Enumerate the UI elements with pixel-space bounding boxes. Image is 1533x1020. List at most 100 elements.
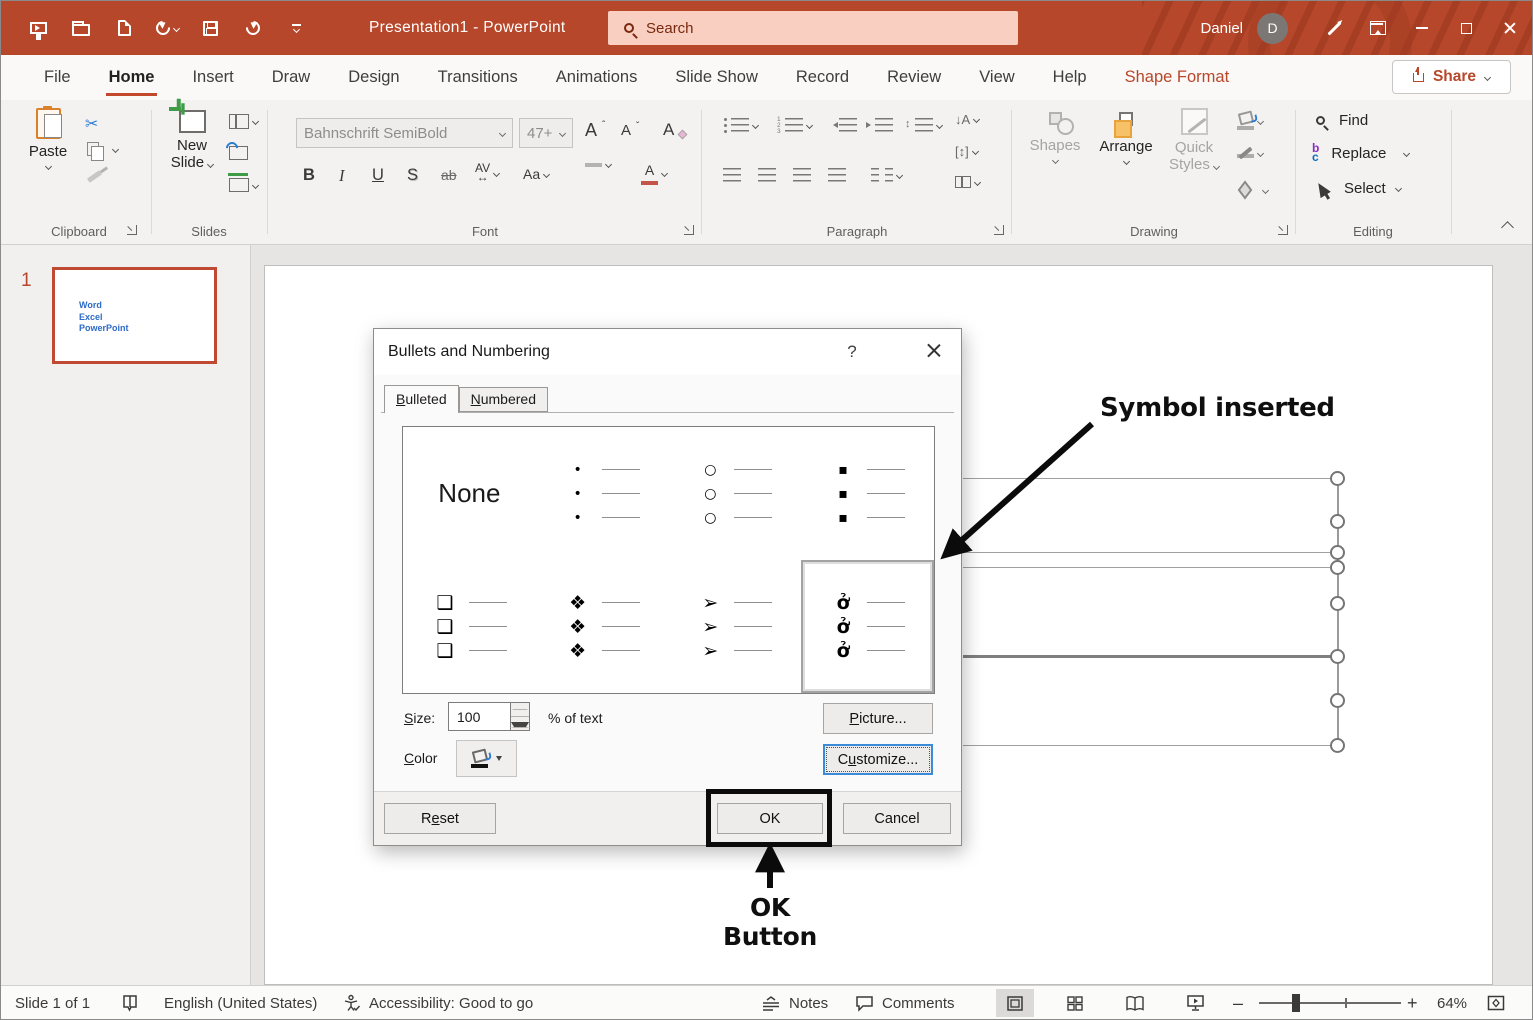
shape-outline-button[interactable] [1237,148,1263,158]
clipboard-dialog-launcher[interactable] [127,225,137,235]
redo-button[interactable] [236,13,270,43]
cancel-button[interactable]: Cancel [843,803,951,834]
bullet-option-filled-square[interactable]: ▪ ▪ ▪ [801,427,934,560]
size-input[interactable]: 100 [448,702,511,731]
tab-home[interactable]: Home [90,55,174,100]
spinner-up-icon[interactable] [511,703,529,717]
color-picker-button[interactable] [456,740,517,777]
numbering-button[interactable] [785,118,812,132]
new-slide-button[interactable]: NewSlide [161,110,223,171]
language-button[interactable]: English (United States) [164,986,317,1020]
font-dialog-launcher[interactable] [684,225,694,235]
align-center-button[interactable] [758,168,776,182]
zoom-in-button[interactable]: + [1407,986,1418,1020]
font-color-button[interactable]: A [641,162,667,185]
slideshow-view-button[interactable] [1176,989,1214,1017]
open-button[interactable] [64,13,98,43]
undo-button[interactable] [150,13,184,43]
format-painter-button[interactable] [87,174,102,179]
decrease-indent-button[interactable] [839,118,857,132]
tab-animations[interactable]: Animations [537,55,657,100]
strikethrough-button[interactable]: ab [441,167,457,183]
tab-transitions[interactable]: Transitions [419,55,537,100]
tab-design[interactable]: Design [329,55,418,100]
selection-handle[interactable] [1330,471,1345,486]
grow-font-button[interactable]: Aˆ [585,120,605,141]
italic-button[interactable]: I [339,166,345,186]
cut-button[interactable]: ✂ [85,114,98,133]
undo-dropdown-icon[interactable] [172,24,179,31]
notes-button[interactable]: Notes [761,986,828,1020]
tab-shape-format[interactable]: Shape Format [1106,55,1249,100]
bullet-option-shadow-square[interactable]: ❑ ❑ ❑ [403,560,536,693]
line-spacing-button[interactable] [915,118,942,132]
search-input[interactable]: Search [608,11,1018,45]
zoom-percentage[interactable]: 64% [1437,986,1467,1020]
start-slideshow-button[interactable] [21,13,55,43]
underline-button[interactable]: U [372,166,384,185]
align-left-button[interactable] [723,168,741,182]
font-name-select[interactable]: Bahnschrift SemiBold [296,118,513,148]
save-button[interactable] [193,13,227,43]
shape-fill-button[interactable] [1237,112,1263,130]
selection-handle[interactable] [1330,514,1345,529]
tab-review[interactable]: Review [868,55,960,100]
shape-effects-button[interactable] [1239,184,1268,196]
replace-button[interactable]: bcReplace [1312,144,1409,162]
select-button[interactable]: Select [1316,180,1401,197]
ribbon-display-options-button[interactable] [1356,1,1400,55]
change-case-button[interactable]: Aa [523,166,549,182]
font-size-select[interactable]: 47+ [519,118,573,148]
presenter-coach-button[interactable] [1312,1,1356,55]
text-highlight-button[interactable] [585,162,611,167]
paste-button[interactable]: Paste [19,108,77,169]
collapse-ribbon-button[interactable] [1501,221,1514,234]
user-name[interactable]: Daniel [1200,20,1243,37]
dialog-help-button[interactable]: ? [842,342,862,362]
bullet-option-filled-round[interactable]: • • • [536,427,669,560]
character-spacing-button[interactable]: AV↔ [475,164,499,182]
bullet-option-none[interactable]: None [403,427,536,560]
tab-record[interactable]: Record [777,55,868,100]
bullet-option-hollow-round[interactable]: ○ ○ ○ [669,427,802,560]
dialog-close-button[interactable] [921,337,947,363]
convert-smartart-button[interactable] [955,176,980,188]
increase-indent-button[interactable] [875,118,893,132]
tab-help[interactable]: Help [1034,55,1106,100]
tab-slide-show[interactable]: Slide Show [656,55,777,100]
size-spinner[interactable] [510,702,530,731]
spell-check-button[interactable] [121,986,139,1020]
new-file-button[interactable] [107,13,141,43]
close-button[interactable] [1488,1,1532,55]
layout-button[interactable] [229,114,258,129]
tab-insert[interactable]: Insert [173,55,252,100]
spinner-down-icon[interactable] [511,717,529,730]
minimize-button[interactable] [1400,1,1444,55]
selection-handle[interactable] [1330,596,1345,611]
tab-numbered[interactable]: Numbered [459,387,548,412]
columns-button[interactable] [871,168,902,182]
bullet-option-arrow[interactable]: ➢ ➢ ➢ [669,560,802,693]
shrink-font-button[interactable]: Aˇ [621,122,639,139]
text-direction-button[interactable]: ↓A [955,112,979,127]
accessibility-button[interactable]: Accessibility: Good to go [343,986,533,1020]
zoom-out-button[interactable]: – [1233,986,1243,1020]
arrange-button[interactable]: Arrange [1095,112,1157,164]
copy-button[interactable] [87,142,118,156]
maximize-button[interactable] [1444,1,1488,55]
tab-view[interactable]: View [960,55,1033,100]
tab-draw[interactable]: Draw [253,55,330,100]
selection-handle[interactable] [1330,693,1345,708]
paragraph-dialog-launcher[interactable] [994,225,1004,235]
text-shadow-button[interactable]: S [407,166,418,185]
customize-qat-button[interactable] [279,13,313,43]
section-button[interactable] [229,178,258,192]
slide-sorter-view-button[interactable] [1056,989,1094,1017]
tab-bulleted[interactable]: Bulleted [384,385,459,413]
shapes-button[interactable]: Shapes [1027,112,1083,163]
quick-styles-button[interactable]: QuickStyles [1165,108,1223,173]
share-button[interactable]: Share [1392,60,1511,94]
normal-view-button[interactable] [996,989,1034,1017]
align-text-button[interactable]: [↕] [955,144,978,159]
bold-button[interactable]: B [303,166,315,185]
